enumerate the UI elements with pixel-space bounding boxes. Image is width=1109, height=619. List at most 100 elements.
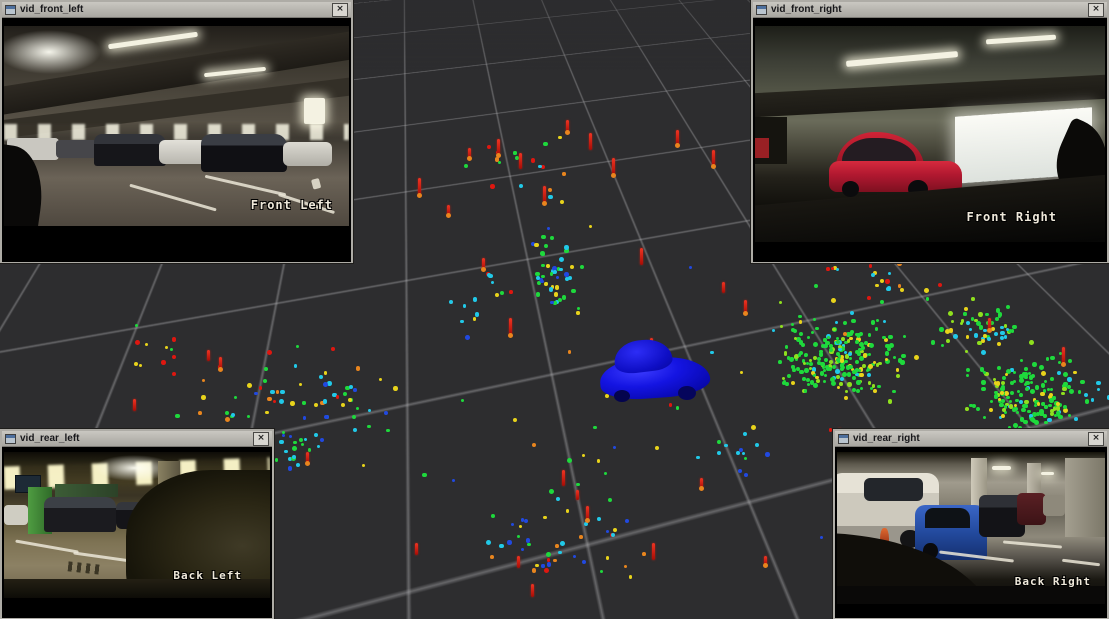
- radar-streak: [418, 178, 421, 196]
- lidar-point: [1002, 376, 1006, 380]
- lidar-point: [1023, 420, 1028, 425]
- parked-car: [1043, 495, 1064, 516]
- lidar-point: [611, 533, 615, 537]
- lidar-point: [813, 342, 818, 347]
- lidar-point: [384, 411, 388, 415]
- lidar-point: [844, 396, 848, 400]
- lidar-point: [231, 413, 235, 417]
- lidar-point: [247, 383, 252, 388]
- window-titlebar[interactable]: vid_front_right ×: [753, 2, 1107, 18]
- lidar-point: [1044, 421, 1048, 425]
- lidar-point: [324, 415, 328, 419]
- lidar-point: [513, 418, 517, 422]
- lidar-point: [535, 564, 539, 568]
- lidar-point: [744, 457, 747, 460]
- lidar-point: [847, 339, 851, 343]
- lidar-point: [785, 345, 789, 349]
- close-icon[interactable]: ×: [253, 432, 269, 446]
- lidar-point: [1061, 392, 1065, 396]
- lidar-point: [491, 514, 495, 518]
- lidar-point: [1025, 387, 1029, 391]
- lidar-point: [859, 332, 863, 336]
- lidar-point: [751, 425, 756, 430]
- lidar-point: [1039, 365, 1044, 370]
- lidar-point: [323, 399, 328, 404]
- ceiling-light: [4, 30, 101, 74]
- lidar-point: [629, 575, 633, 579]
- lidar-point: [172, 355, 176, 359]
- lidar-point: [939, 327, 943, 331]
- lidar-point: [798, 353, 802, 357]
- lidar-point: [798, 315, 801, 318]
- close-icon[interactable]: ×: [332, 3, 348, 17]
- radar-streak-base: [305, 461, 310, 466]
- lidar-point: [1020, 417, 1024, 421]
- lidar-point: [513, 151, 516, 154]
- close-icon[interactable]: ×: [1088, 432, 1104, 446]
- window-titlebar[interactable]: vid_rear_right ×: [835, 431, 1107, 447]
- lidar-point: [981, 350, 986, 355]
- lidar-point: [495, 157, 499, 161]
- lidar-point: [743, 432, 747, 436]
- signage-band: [55, 484, 119, 497]
- lidar-point: [1040, 392, 1044, 396]
- lidar-point: [531, 158, 536, 163]
- lidar-point: [1074, 417, 1078, 421]
- lidar-point: [247, 415, 250, 418]
- lidar-point: [201, 395, 206, 400]
- lidar-point: [234, 396, 237, 399]
- fluorescent-light: [1041, 472, 1054, 475]
- lidar-point: [1041, 371, 1046, 376]
- lidar-point: [1027, 410, 1031, 414]
- lidar-point: [845, 390, 848, 393]
- lidar-point: [1029, 340, 1034, 345]
- radar-streak-base: [585, 518, 590, 523]
- lidar-point: [288, 466, 293, 471]
- lidar-point: [270, 390, 275, 395]
- lidar-point: [1052, 396, 1055, 399]
- lidar-point: [275, 458, 279, 462]
- lidar-point: [963, 312, 966, 315]
- lidar-point: [225, 411, 229, 415]
- parked-car: [201, 134, 287, 172]
- lidar-point: [331, 347, 335, 351]
- close-icon[interactable]: ×: [1088, 3, 1104, 17]
- lidar-point: [172, 372, 177, 377]
- lidar-point: [997, 342, 1001, 346]
- lidar-point: [625, 519, 629, 523]
- camera-window-rear-left: vid_rear_left × Back Left: [0, 429, 274, 619]
- lidar-point: [606, 556, 610, 560]
- distant-red-car: [755, 138, 769, 157]
- radar-streak: [1062, 347, 1065, 365]
- lidar-point: [1019, 393, 1023, 397]
- lidar-point: [823, 338, 826, 341]
- lidar-point: [576, 311, 579, 314]
- lidar-point: [823, 369, 827, 373]
- lidar-point: [868, 364, 873, 369]
- fluorescent-light: [986, 34, 1056, 44]
- lidar-point: [282, 434, 285, 437]
- lidar-point: [974, 333, 978, 337]
- lidar-point: [860, 387, 863, 390]
- lidar-point: [787, 374, 791, 378]
- lidar-point: [867, 373, 871, 377]
- foreground-band: [837, 586, 1105, 604]
- window-titlebar[interactable]: vid_rear_left ×: [2, 431, 272, 447]
- lidar-point: [532, 443, 536, 447]
- radar-streak-base: [467, 156, 472, 161]
- lidar-point: [824, 358, 828, 362]
- radar-streak: [133, 399, 136, 411]
- lidar-point: [511, 523, 514, 526]
- lidar-point: [836, 268, 839, 271]
- lidar-point: [1091, 398, 1094, 401]
- camera-feed-rear-right: Back Right: [835, 447, 1107, 618]
- lidar-point: [799, 332, 803, 336]
- lidar-point: [1009, 404, 1014, 409]
- lidar-point: [886, 287, 890, 291]
- lidar-point: [521, 548, 524, 551]
- radar-streak-base: [711, 164, 716, 169]
- window-titlebar[interactable]: vid_front_left ×: [2, 2, 351, 18]
- lidar-point: [564, 245, 569, 250]
- lidar-point: [740, 371, 743, 374]
- lidar-point: [624, 565, 627, 568]
